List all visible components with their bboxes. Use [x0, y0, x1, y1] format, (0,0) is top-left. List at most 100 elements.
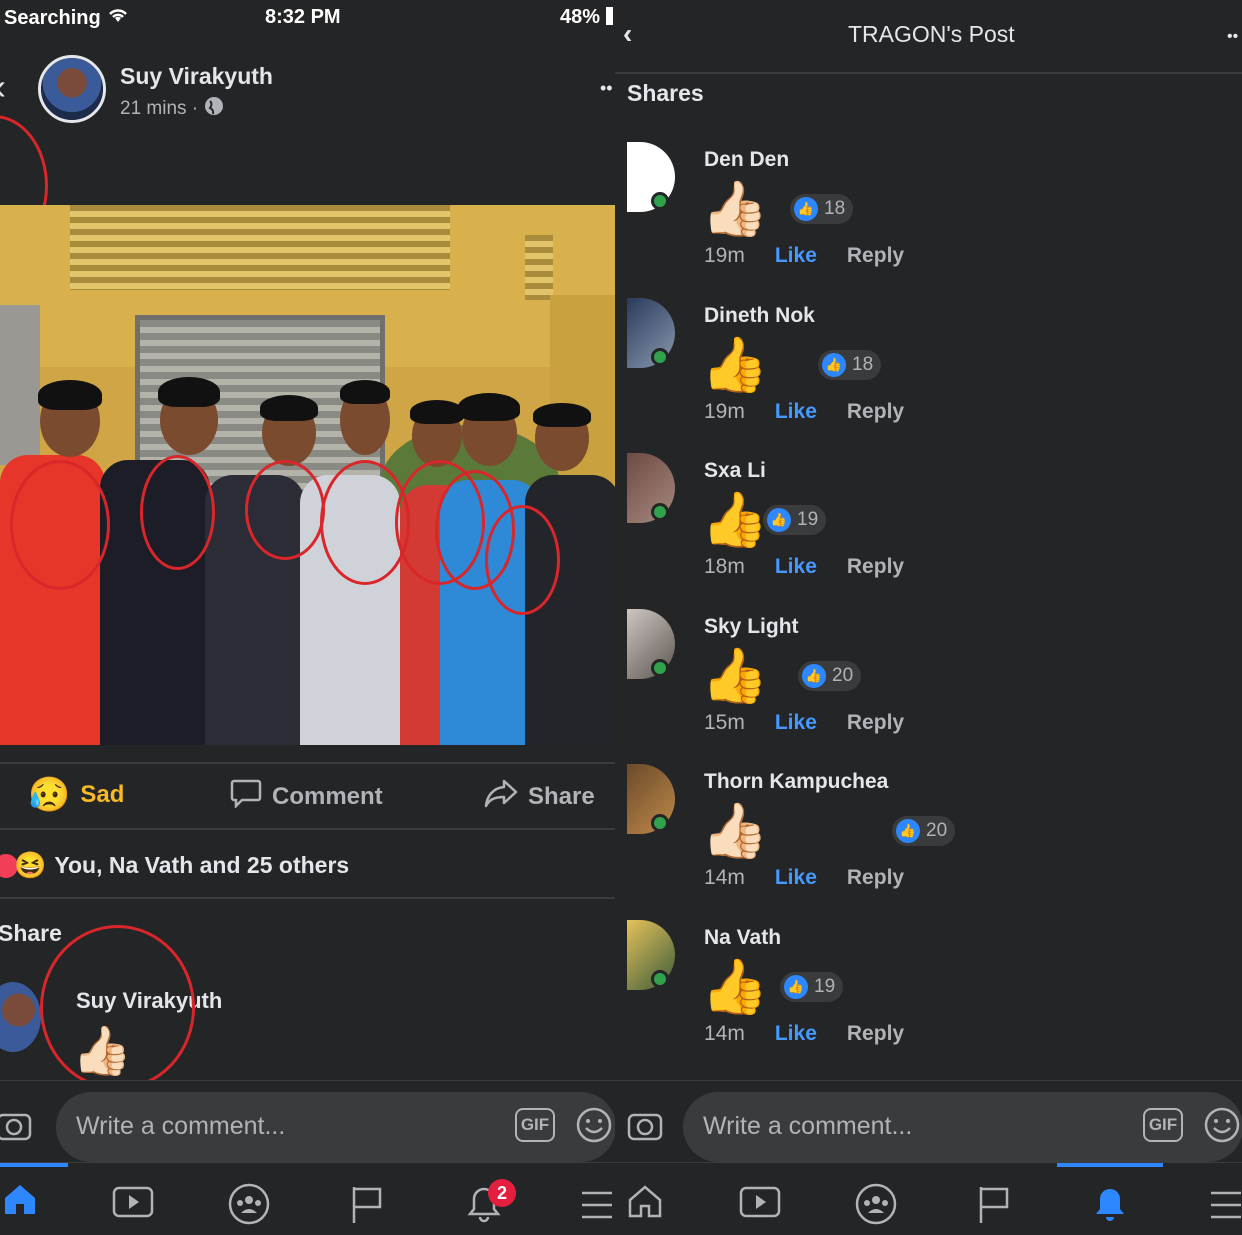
tab-bar — [615, 1162, 1242, 1235]
commenter-name[interactable]: Sky Light — [704, 615, 799, 639]
post-photo[interactable] — [0, 205, 615, 745]
photo-vent-small — [525, 235, 553, 300]
post-header-title: TRAGON's Post — [848, 21, 1015, 47]
comment-reply-button[interactable]: Reply — [847, 555, 904, 579]
like-count-badge[interactable]: 👍 18 — [818, 350, 882, 380]
active-tab-indicator — [0, 1163, 68, 1167]
annotation-circle — [245, 460, 325, 560]
comment-time: 19m — [704, 244, 745, 267]
share-button[interactable]: Share — [484, 778, 595, 815]
comment-row: Sky Light 👍 👍 20 15m Like Reply — [615, 607, 1242, 757]
notification-badge: 2 — [488, 1179, 516, 1207]
groups-icon[interactable] — [228, 1183, 270, 1234]
comment-reply-button[interactable]: Reply — [847, 400, 904, 424]
post-author-name[interactable]: Suy Virakyuth — [120, 63, 273, 90]
smiley-icon[interactable] — [1203, 1106, 1241, 1149]
comment-like-button[interactable]: Like — [775, 400, 817, 424]
comment-reply-button[interactable]: Reply — [847, 1022, 904, 1046]
annotation-circle — [40, 925, 195, 1090]
video-icon[interactable] — [739, 1185, 781, 1228]
comment-row: Sxa Li 👍 👍 19 18m Like Reply — [615, 451, 1242, 601]
gif-button[interactable]: GIF — [515, 1108, 555, 1142]
back-arrow-icon[interactable]: ‹ — [623, 18, 632, 50]
sad-emoji-icon: 😥 — [28, 776, 71, 814]
video-icon[interactable] — [112, 1185, 154, 1228]
flag-icon[interactable] — [350, 1185, 384, 1234]
thumbs-up-icon: 👍 — [701, 335, 769, 395]
camera-icon[interactable] — [627, 1108, 665, 1147]
like-badge-icon: 👍 — [784, 975, 808, 999]
status-time: 8:32 PM — [265, 6, 341, 28]
like-count-badge[interactable]: 👍 20 — [798, 661, 862, 691]
tab-bar: 2 — [0, 1162, 615, 1235]
commenter-name[interactable]: Thorn Kampuchea — [704, 770, 888, 794]
person-3-hair — [260, 395, 318, 421]
like-badge-icon: 👍 — [802, 664, 826, 688]
reactions-text: You, Na Vath and 25 others — [54, 852, 350, 878]
comment-row: Na Vath 👍 👍 19 14m Like Reply — [615, 918, 1242, 1068]
battery-icon — [605, 7, 613, 25]
comment-reply-button[interactable]: Reply — [847, 244, 904, 268]
like-badge-icon: 👍 — [767, 508, 791, 532]
commenter-name[interactable]: Sxa Li — [704, 459, 766, 483]
gif-button[interactable]: GIF — [1143, 1108, 1183, 1142]
share-arrow-icon — [484, 778, 518, 815]
post-time: 21 mins · — [120, 98, 199, 119]
share-section-title: Share — [0, 920, 62, 946]
right-screenshot: ‹ TRAGON's Post •• Shares Den Den 👍🏻 👍 18 19… — [615, 0, 1242, 1235]
status-carrier: Searching — [4, 6, 130, 30]
sharer-avatar[interactable] — [0, 982, 41, 1052]
person-1-hair — [38, 380, 102, 410]
author-avatar[interactable] — [38, 55, 106, 123]
like-count-badge[interactable]: 👍 19 — [763, 505, 827, 535]
sad-reaction-button[interactable]: 😥 Sad — [28, 775, 124, 815]
home-icon[interactable] — [627, 1183, 663, 1228]
commenter-name[interactable]: Dineth Nok — [704, 304, 815, 328]
comment-placeholder: Write a comment... — [76, 1112, 286, 1140]
reactions-summary[interactable]: 😆 You, Na Vath and 25 others — [0, 850, 349, 881]
menu-icon[interactable] — [1209, 1189, 1242, 1230]
comment-like-button[interactable]: Like — [775, 555, 817, 579]
post-meta: 21 mins · — [120, 96, 224, 122]
thumbs-up-icon: 👍 — [701, 490, 769, 550]
comment-like-button[interactable]: Like — [775, 711, 817, 735]
more-options-icon[interactable]: •• — [600, 78, 613, 99]
comment-reply-button[interactable]: Reply — [847, 866, 904, 890]
comment-meta: 15m Like Reply — [704, 711, 904, 735]
annotation-circle — [485, 505, 560, 615]
more-options-icon[interactable]: •• — [1227, 28, 1238, 46]
comment-placeholder: Write a comment... — [703, 1112, 913, 1140]
comment-row: Thorn Kampuchea 👍🏻 👍 20 14m Like Reply — [615, 762, 1242, 912]
comment-reply-button[interactable]: Reply — [847, 711, 904, 735]
left-screenshot: Searching 8:32 PM 48% ‹ Suy Virakyuth 21… — [0, 0, 615, 1235]
comment-like-button[interactable]: Like — [775, 1022, 817, 1046]
like-count-badge[interactable]: 👍 19 — [780, 972, 844, 1002]
like-count-badge[interactable]: 👍 20 — [892, 816, 956, 846]
comment-like-button[interactable]: Like — [775, 866, 817, 890]
commenter-name[interactable]: Den Den — [704, 148, 789, 172]
online-indicator — [651, 814, 669, 832]
like-count-badge[interactable]: 👍 18 — [790, 194, 854, 224]
bell-icon[interactable] — [1091, 1185, 1129, 1232]
thumbs-up-icon: 👍 — [701, 646, 769, 706]
divider — [0, 828, 615, 830]
thumbs-up-icon: 👍🏻 — [701, 179, 769, 239]
comment-meta: 19m Like Reply — [704, 244, 904, 268]
smiley-icon[interactable] — [575, 1106, 613, 1149]
home-icon[interactable] — [2, 1181, 38, 1226]
commenter-name[interactable]: Na Vath — [704, 926, 781, 950]
comment-button[interactable]: Comment — [230, 778, 383, 815]
comment-row: Den Den 👍🏻 👍 18 19m Like Reply — [615, 140, 1242, 290]
like-badge-icon: 👍 — [822, 353, 846, 377]
share-label: Share — [528, 782, 595, 810]
camera-icon[interactable] — [0, 1108, 34, 1147]
comment-label: Comment — [272, 782, 383, 810]
flag-icon[interactable] — [977, 1185, 1011, 1234]
globe-icon — [204, 96, 224, 122]
annotation-circle — [140, 455, 215, 570]
comment-like-button[interactable]: Like — [775, 244, 817, 268]
groups-icon[interactable] — [855, 1183, 897, 1234]
menu-icon[interactable] — [580, 1189, 614, 1230]
back-arrow-icon[interactable]: ‹ — [0, 66, 6, 108]
comment-time: 18m — [704, 555, 745, 578]
